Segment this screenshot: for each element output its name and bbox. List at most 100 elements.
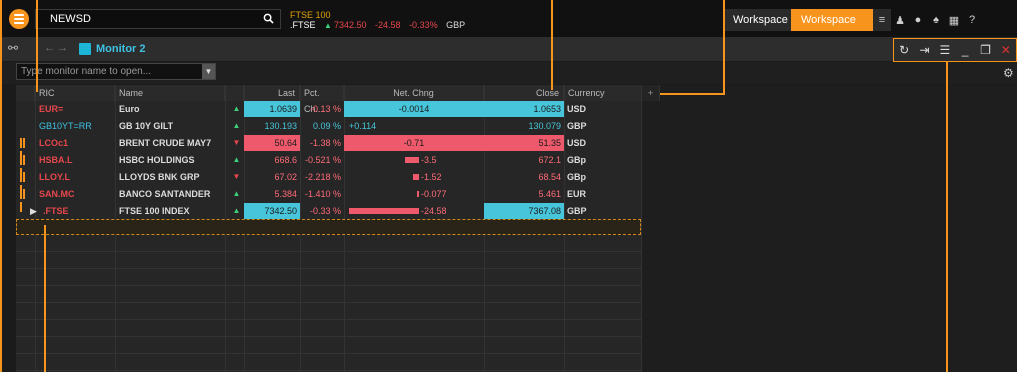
- currency-cell: GBp: [567, 172, 586, 182]
- currency-cell: GBP: [567, 121, 587, 131]
- monitor-title-bar: [0, 37, 1017, 61]
- up-arrow-icon: ▲: [324, 21, 332, 30]
- search-value: NEWSD: [50, 13, 91, 25]
- table-row[interactable]: GB10YT=RR GB 10Y GILT ▲ 130.193 0.09 % +…: [16, 118, 641, 134]
- close-cell: 51.35: [484, 135, 564, 151]
- table-row[interactable]: HSBA.L HSBC HOLDINGS ▲ 668.6 -0.521 % -3…: [16, 152, 641, 178]
- up-arrow-icon: ▲: [232, 155, 241, 164]
- table-row[interactable]: LLOY.L LLOYDS BNK GRP ▼ 67.02 -2.218 % -…: [16, 169, 641, 195]
- empty-row[interactable]: [16, 338, 641, 354]
- list-menu-icon[interactable]: ☰: [935, 43, 955, 57]
- header-marker: [16, 85, 35, 101]
- chat-icon[interactable]: ●: [909, 9, 927, 31]
- empty-row[interactable]: [16, 321, 641, 337]
- pct-cell: -0.33 %: [309, 206, 341, 216]
- minimize-icon[interactable]: _: [955, 43, 975, 57]
- add-column-button[interactable]: +: [642, 85, 660, 101]
- user-icon[interactable]: ♟: [891, 9, 909, 31]
- last-cell: 668.6: [274, 155, 297, 165]
- tab-workspace-2[interactable]: Workspace 2: [791, 9, 873, 48]
- empty-row[interactable]: [16, 287, 641, 303]
- name-cell: FTSE 100 INDEX: [119, 206, 190, 216]
- down-arrow-icon: ▼: [232, 138, 241, 147]
- export-icon[interactable]: ⇥: [914, 43, 934, 57]
- ric-cell[interactable]: .FTSE: [43, 203, 117, 219]
- pct-cell: -1.410 %: [304, 189, 341, 199]
- empty-row[interactable]: [16, 253, 641, 269]
- table-row[interactable]: SAN.MC BANCO SANTANDER ▲ 5.384 -1.410 % …: [16, 186, 641, 212]
- currency-cell: USD: [567, 104, 587, 114]
- net-change-bar: [405, 157, 419, 163]
- empty-row[interactable]: [16, 270, 641, 286]
- name-cell: GB 10Y GILT: [119, 121, 174, 131]
- net-change-cell: -1.52: [421, 172, 442, 182]
- name-cell: Euro: [119, 104, 140, 114]
- header-arrow: [225, 85, 244, 101]
- ric-cell[interactable]: EUR=: [39, 101, 117, 117]
- header-net-change[interactable]: Net. Chng: [344, 85, 484, 101]
- last-cell: 5.384: [274, 189, 297, 199]
- monitor-name-input[interactable]: Type monitor name to open...: [16, 63, 216, 80]
- eikon-logo-icon[interactable]: [9, 9, 29, 29]
- net-change-bar: [417, 191, 419, 197]
- ric-cell[interactable]: GB10YT=RR: [39, 118, 117, 134]
- header-name[interactable]: Name: [115, 85, 225, 101]
- empty-row[interactable]: [16, 236, 641, 252]
- tab-workspace-1[interactable]: Workspace 1: [723, 9, 791, 48]
- empty-panel-area: [641, 85, 1017, 372]
- monitor-app-icon: [79, 43, 91, 55]
- ticker-change: -24.58: [375, 20, 401, 30]
- close-cell: 130.079: [528, 121, 561, 131]
- close-cell: 1.0653: [484, 101, 564, 117]
- help-icon[interactable]: ?: [963, 9, 981, 31]
- name-cell: LLOYDS BNK GRP: [119, 172, 200, 182]
- restore-icon[interactable]: ❐: [975, 43, 995, 57]
- up-arrow-icon: ▲: [232, 189, 241, 198]
- header-currency[interactable]: Currency: [564, 85, 642, 101]
- page-title: Monitor 2: [96, 43, 146, 55]
- close-icon[interactable]: ✕: [996, 43, 1016, 57]
- chevron-down-icon[interactable]: ▼: [202, 64, 215, 79]
- table-row[interactable]: ▶ .FTSE FTSE 100 INDEX ▲ 7342.50 -0.33 %…: [16, 203, 641, 219]
- net-change-cell: +0.114: [349, 121, 377, 131]
- back-icon[interactable]: ←: [44, 42, 55, 54]
- menu-icon[interactable]: ≡: [873, 9, 891, 31]
- ric-cell[interactable]: LCOc1: [39, 135, 117, 151]
- last-cell: 130.193: [264, 121, 297, 131]
- close-cell: 672.1: [538, 155, 561, 165]
- ticker-currency: GBP: [446, 20, 466, 30]
- ric-cell[interactable]: LLOY.L: [39, 169, 117, 185]
- net-change-bar: [349, 208, 419, 214]
- empty-row[interactable]: [16, 355, 641, 371]
- search-input[interactable]: NEWSD: [35, 9, 281, 29]
- header-pct-change[interactable]: Pct. Ch...: [300, 85, 344, 114]
- link-icon[interactable]: ⚯: [8, 41, 18, 55]
- header-last[interactable]: Last: [244, 85, 300, 101]
- refresh-icon[interactable]: ↻: [894, 43, 914, 57]
- last-cell: 50.64: [244, 135, 300, 151]
- net-change-bar: [413, 174, 419, 180]
- pct-cell: 0.09 %: [312, 121, 341, 131]
- currency-cell: EUR: [567, 189, 587, 199]
- header-ric[interactable]: RIC: [35, 85, 115, 101]
- grid-icon[interactable]: ▦: [945, 9, 963, 31]
- bell-icon[interactable]: ♠: [927, 9, 945, 31]
- new-row-input[interactable]: [16, 219, 641, 235]
- expand-icon[interactable]: ▶: [30, 203, 40, 219]
- currency-cell: USD: [567, 138, 587, 148]
- up-arrow-icon: ▲: [232, 104, 241, 113]
- name-cell: BRENT CRUDE MAY7: [119, 138, 212, 148]
- table-row[interactable]: EUR= Euro ▲ 1.0639 -0.13 % -0.0014 1.065…: [16, 101, 641, 117]
- empty-row[interactable]: [16, 304, 641, 320]
- name-cell: HSBC HOLDINGS: [119, 155, 195, 165]
- ric-cell[interactable]: SAN.MC: [39, 186, 117, 202]
- up-arrow-icon: ▲: [232, 206, 241, 215]
- gear-icon[interactable]: ⚙: [1003, 66, 1014, 80]
- callout-line: [0, 0, 2, 372]
- table-row[interactable]: LCOc1 BRENT CRUDE MAY7 ▼ 50.64 -1.38 % -…: [16, 135, 641, 161]
- ric-cell[interactable]: HSBA.L: [39, 152, 117, 168]
- name-cell: BANCO SANTANDER: [119, 189, 211, 199]
- search-icon[interactable]: [263, 13, 274, 24]
- forward-icon[interactable]: →: [57, 42, 68, 54]
- ticker[interactable]: FTSE 100 .FTSE ▲ 7342.50 -24.58 -0.33% GB…: [290, 10, 471, 31]
